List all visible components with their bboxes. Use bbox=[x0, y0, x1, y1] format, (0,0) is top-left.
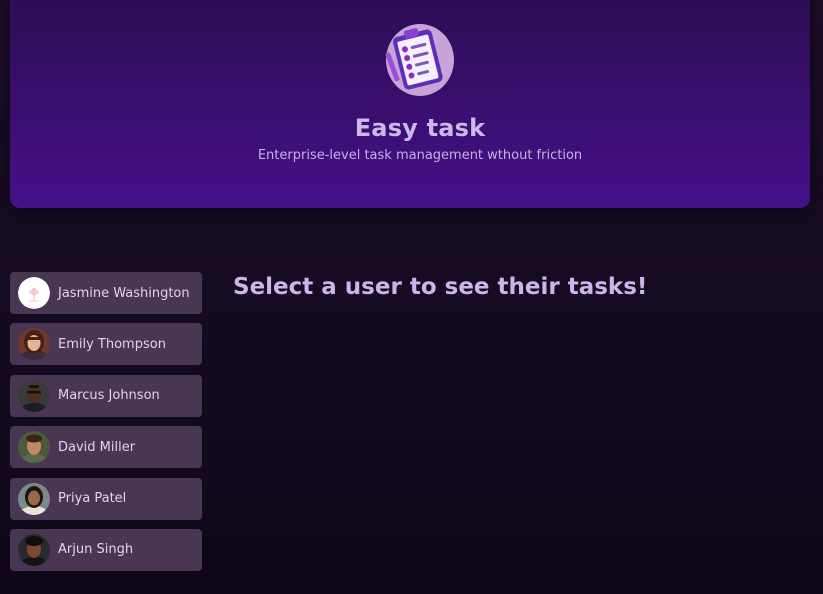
user-name: David Miller bbox=[58, 439, 136, 455]
user-item-emily-thompson[interactable]: Emily Thompson bbox=[10, 323, 202, 366]
app-title: Easy task bbox=[354, 114, 486, 142]
app-subtitle: Enterprise-level task management wthout … bbox=[257, 148, 583, 163]
avatar bbox=[18, 533, 50, 566]
user-list: Jasmine Washington Emily Thompson Marcus bbox=[10, 272, 202, 580]
user-item-marcus-johnson[interactable]: Marcus Johnson bbox=[10, 374, 202, 417]
avatar bbox=[18, 482, 50, 515]
avatar bbox=[18, 379, 50, 412]
user-name: Emily Thompson bbox=[58, 336, 166, 352]
user-item-jasmine-washington[interactable]: Jasmine Washington bbox=[10, 272, 202, 314]
select-user-prompt: Select a user to see their tasks! bbox=[233, 274, 648, 300]
avatar bbox=[18, 328, 50, 361]
clipboard-checklist-icon bbox=[384, 22, 456, 96]
avatar bbox=[18, 277, 50, 309]
user-name: Marcus Johnson bbox=[58, 388, 160, 404]
user-item-priya-patel[interactable]: Priya Patel bbox=[10, 477, 202, 520]
user-item-arjun-singh[interactable]: Arjun Singh bbox=[10, 528, 202, 571]
app-header: Easy task Enterprise-level task manageme… bbox=[10, 0, 810, 208]
avatar bbox=[18, 431, 50, 464]
user-name: Priya Patel bbox=[58, 491, 127, 507]
user-item-david-miller[interactable]: David Miller bbox=[10, 426, 202, 469]
user-name: Jasmine Washington bbox=[58, 285, 190, 301]
user-name: Arjun Singh bbox=[58, 542, 134, 558]
